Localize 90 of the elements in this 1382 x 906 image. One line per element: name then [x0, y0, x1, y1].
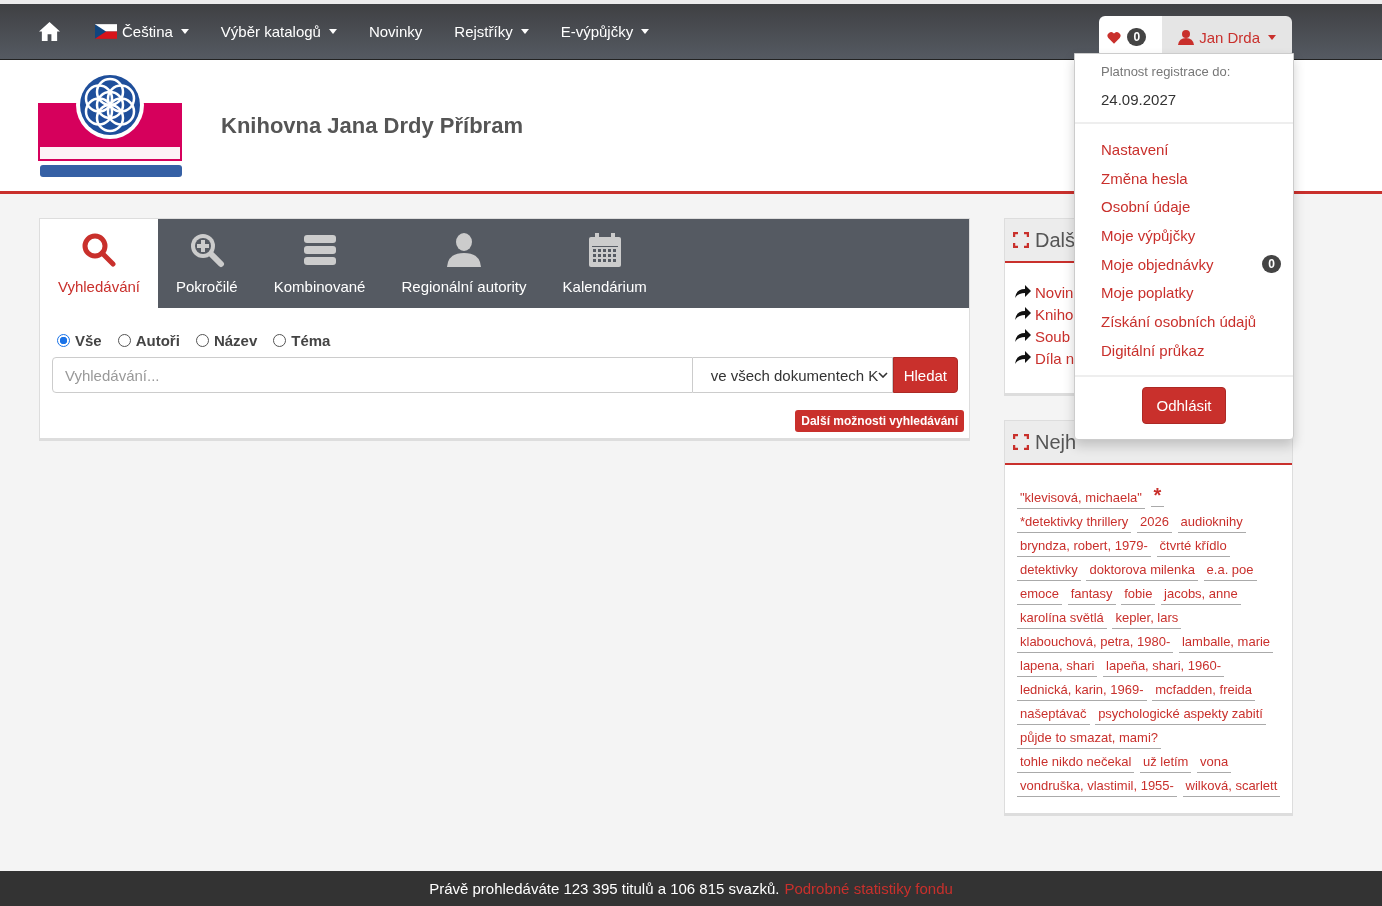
radio-button[interactable] [195, 334, 209, 347]
registration-label: Platnost registrace do: [1101, 64, 1232, 79]
logout-button[interactable]: Odhlásit [1142, 386, 1226, 424]
share-arrow-icon [1015, 307, 1031, 321]
tag-link[interactable]: e.a. poe [1203, 561, 1257, 581]
expand-icon[interactable] [1013, 434, 1029, 450]
panel-link[interactable]: Novin [1035, 283, 1074, 301]
tag-link[interactable]: "klevisová, michaela" [1017, 489, 1145, 509]
tag-link[interactable]: *detektivky thrillery [1017, 513, 1132, 533]
registration-date: 24.09.2027 [1101, 91, 1178, 108]
menu-item[interactable]: Moje poplatky [1101, 284, 1194, 302]
nav-menu-item[interactable]: Novinky [352, 23, 439, 40]
tag-link[interactable]: * [1150, 487, 1165, 507]
footer-text: Právě prohledáváte 123 395 titulů a 106 815 svazků. [429, 880, 780, 897]
favorites-count: 0 [1127, 28, 1147, 46]
tag-link[interactable]: wilková, scarlett [1182, 777, 1281, 797]
panel-link[interactable]: Soub [1035, 327, 1071, 345]
tag-link[interactable]: doktorova milenka [1086, 561, 1198, 581]
search-field[interactable]: Vyhledávání... [52, 357, 693, 393]
share-arrow-icon [1015, 329, 1031, 343]
library-title: Knihovna Jana Drdy Příbram [221, 112, 523, 139]
tag-link[interactable]: jacobs, anne [1161, 585, 1241, 605]
menu-item[interactable]: Osobní údaje [1101, 198, 1191, 216]
search-tab[interactable]: Vyhledávání [40, 219, 158, 308]
panel-title: Nejh [1035, 430, 1077, 454]
expand-icon[interactable] [1013, 232, 1029, 248]
radio-button[interactable] [57, 334, 70, 347]
search-tab[interactable]: Pokročilé [158, 219, 256, 308]
count-badge: 0 [1262, 255, 1281, 274]
menu-item[interactable]: Získání osobních údajů [1101, 312, 1257, 330]
more-options-button[interactable]: Další možnosti vyhledávání [795, 410, 964, 432]
tag-link[interactable]: karolína světlá [1017, 609, 1107, 629]
menu-item[interactable]: Nastavení [1101, 140, 1169, 158]
tag-link[interactable]: půjde to smazat, mami? [1017, 729, 1161, 749]
radio-label[interactable]: Název [213, 332, 258, 349]
tag-link[interactable]: lednická, karin, 1969- [1017, 681, 1147, 701]
stack-icon [301, 232, 338, 268]
nav-menu-item[interactable]: Rejstříky [438, 23, 545, 40]
tag-link[interactable]: vondruška, vlastimil, 1955- [1017, 777, 1177, 797]
search-button[interactable]: Hledat [892, 357, 958, 393]
radio-button[interactable] [273, 334, 287, 347]
panel-link[interactable]: Díla n [1035, 349, 1075, 367]
share-arrow-icon [1015, 285, 1031, 299]
heart-icon [1107, 30, 1122, 44]
chevron-icon [878, 372, 889, 378]
tag-link[interactable]: lamballe, marie [1178, 633, 1274, 653]
menu-item[interactable]: Změna hesla [1101, 169, 1188, 187]
tag-link[interactable]: našeptávač [1017, 705, 1090, 725]
panel-link[interactable]: Kniho [1035, 305, 1074, 323]
search-tab[interactable]: Kalendárium [544, 219, 665, 308]
tag-link[interactable]: kepler, lars [1112, 609, 1182, 629]
flag-icon [95, 24, 117, 39]
tag-link[interactable]: 2026 [1137, 513, 1172, 533]
radio-label[interactable]: Vše [75, 332, 102, 349]
calendar-icon [586, 232, 623, 268]
search-tab[interactable]: Kombinované [255, 219, 384, 308]
tag-link[interactable]: emoce [1017, 585, 1063, 605]
tag-link[interactable]: psychologické aspekty zabití [1095, 705, 1266, 725]
radio-button[interactable] [117, 334, 131, 347]
zoom-in-icon [188, 232, 225, 268]
tag-link[interactable]: už letím [1139, 753, 1192, 773]
tag-link[interactable]: lapena, shari [1017, 657, 1098, 677]
tag-link[interactable]: bryndza, robert, 1979- [1017, 537, 1151, 557]
tag-link[interactable]: fantasy [1067, 585, 1116, 605]
share-arrow-icon [1015, 351, 1031, 365]
radio-label[interactable]: Téma [291, 332, 331, 349]
tag-link[interactable]: vona [1197, 753, 1232, 773]
panel-title: Dalš [1035, 228, 1075, 252]
menu-item[interactable]: Moje objednávky [1101, 255, 1214, 273]
menu-item[interactable]: Moje výpůjčky [1101, 226, 1196, 244]
person-icon [446, 232, 482, 268]
search-tab[interactable]: Regionální autority [383, 219, 545, 308]
nav-menu-item[interactable]: E-výpůjčky [544, 23, 666, 40]
tag-link[interactable]: mcfadden, freida [1152, 681, 1256, 701]
caret-icon [1268, 34, 1276, 40]
user-icon [1178, 29, 1195, 45]
tag-link[interactable]: čtvrté křídlo [1156, 537, 1230, 557]
tag-link[interactable]: lapeňa, shari, 1960- [1103, 657, 1224, 677]
tag-link[interactable]: klabouchová, petra, 1980- [1017, 633, 1174, 653]
home-icon[interactable] [38, 21, 61, 42]
nav-menu-item[interactable]: Výběr katalogů [204, 23, 353, 40]
menu-item[interactable]: Digitální průkaz [1101, 341, 1205, 359]
tag-link[interactable]: audioknihy [1177, 513, 1246, 533]
search-icon [81, 232, 117, 268]
radio-label[interactable]: Autoři [135, 332, 180, 349]
tag-link[interactable]: tohle nikdo nečekal [1017, 753, 1135, 773]
nav-menu-item[interactable]: Čeština [79, 23, 205, 40]
tag-link[interactable]: fobie [1121, 585, 1156, 605]
tag-link[interactable]: detektivky [1017, 561, 1081, 581]
scope-select[interactable]: ve všech dokumentech K [692, 357, 893, 393]
